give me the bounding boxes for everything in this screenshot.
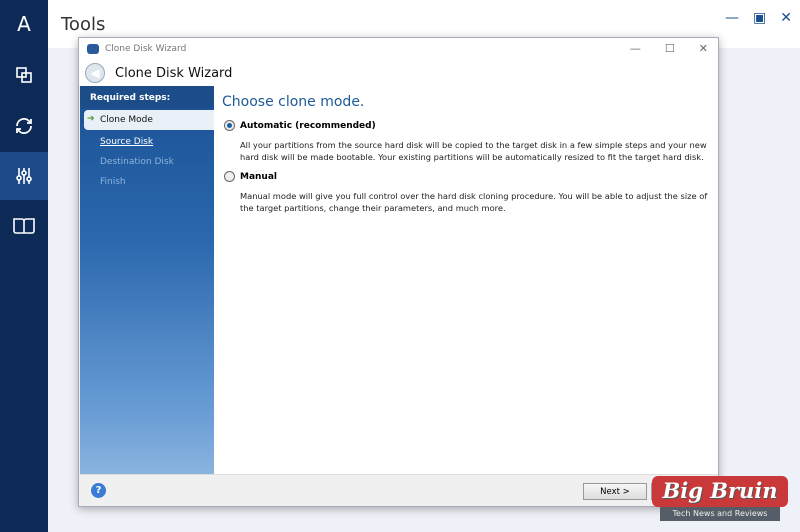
main-panel: Choose clone mode. Automatic (recommende… [214,86,718,475]
option-automatic: Automatic (recommended) All your partiti… [224,120,718,163]
app-icon [87,44,99,54]
step-label: Clone Mode [100,115,153,125]
app-window-controls: — ▣ ✕ [725,10,792,26]
option-manual: Manual Manual mode will give you full co… [224,171,718,214]
option-description: Manual mode will give you full control o… [240,191,708,213]
watermark-logo: Big Bruin Tech News and Reviews [652,476,788,522]
watermark-tagline: Tech News and Reviews [660,507,780,521]
app-sidebar: A [0,0,48,532]
maximize-button[interactable]: ▣ [753,10,766,26]
option-label: Automatic (recommended) [240,120,376,131]
next-button[interactable]: Next > [583,483,647,500]
backup-icon[interactable] [0,51,48,99]
option-description: All your partitions from the source hard… [240,140,707,162]
step-clone-mode[interactable]: ➔ Clone Mode [84,110,214,130]
option-label: Manual [240,171,278,182]
back-arrow-icon[interactable]: ◀ [85,63,105,83]
steps-title: Required steps: [80,86,214,108]
step-source-disk[interactable]: Source Disk [80,132,214,152]
minimize-button[interactable]: — [725,10,739,26]
dialog-minimize-button[interactable]: — [630,42,641,55]
radio-selected-icon[interactable] [224,120,235,131]
dialog-header: Clone Disk Wizard [115,65,233,81]
steps-panel: Required steps: ➔ Clone Mode Source Disk … [80,86,214,475]
radio-unselected-icon[interactable] [224,171,235,182]
manual-radio[interactable]: Manual [224,171,718,182]
dialog-close-button[interactable]: ✕ [699,42,708,55]
sync-icon[interactable] [0,102,48,150]
heading: Choose clone mode. [222,94,365,110]
logo-a-icon[interactable]: A [0,0,48,48]
book-icon[interactable] [0,202,48,250]
watermark-brand: Big Bruin [652,476,788,507]
clone-disk-wizard-dialog: Clone Disk Wizard — ☐ ✕ ◀ Clone Disk Wizar… [78,37,719,507]
tools-icon[interactable] [0,152,48,200]
step-destination-disk: Destination Disk [100,157,174,167]
dialog-footer: ? Next > [79,474,718,506]
page-title: Tools [61,14,106,35]
dialog-titlebar: Clone Disk Wizard [79,38,718,60]
automatic-radio[interactable]: Automatic (recommended) [224,120,718,131]
current-step-arrow-icon: ➔ [87,114,95,124]
step-finish: Finish [100,177,126,187]
dialog-maximize-button[interactable]: ☐ [665,42,675,55]
help-icon[interactable]: ? [91,483,106,498]
dialog-window-title: Clone Disk Wizard [105,44,187,54]
close-button[interactable]: ✕ [780,10,792,26]
